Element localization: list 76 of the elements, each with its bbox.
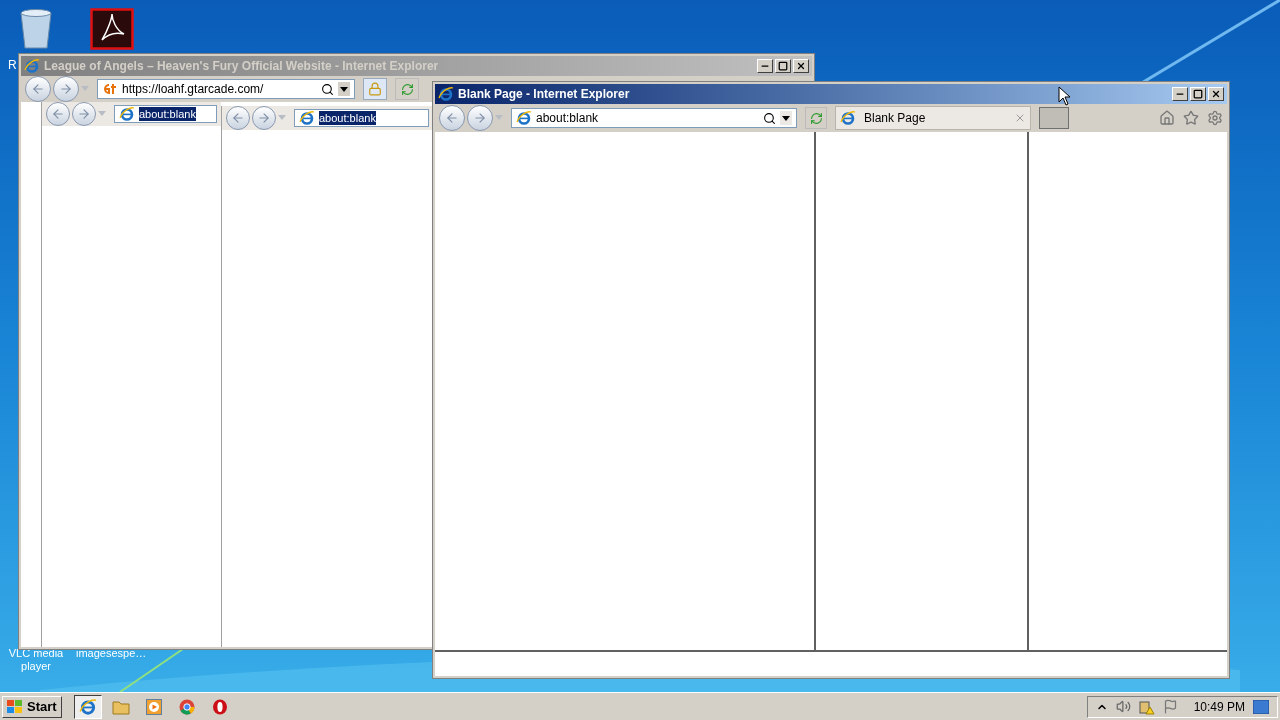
refresh-button[interactable] (395, 78, 419, 100)
close-icon (1211, 89, 1221, 99)
address-text: about:blank (139, 107, 196, 121)
settings-icon[interactable] (1207, 110, 1223, 126)
tab-title: Blank Page (864, 110, 927, 127)
new-tab-button[interactable] (1039, 107, 1069, 129)
taskbar-app-button[interactable] (73, 694, 102, 719)
browser-logo-icon (299, 110, 315, 126)
browser-logo-icon (119, 106, 135, 122)
site-logo-icon (102, 82, 118, 96)
chrome-icon (178, 698, 195, 715)
dropdown-caret-icon (98, 111, 106, 117)
refresh-icon (400, 82, 414, 96)
lock-icon (368, 82, 382, 96)
address-field[interactable]: about:blank (511, 108, 797, 128)
close-tab-icon (1014, 112, 1026, 124)
refresh-icon (809, 111, 823, 125)
lock-button[interactable] (363, 78, 387, 100)
clock-text: 10:49 PM (1193, 698, 1245, 716)
back-arrow-icon (231, 111, 245, 125)
maximize-button[interactable] (775, 59, 791, 73)
browser-logo-icon (78, 697, 97, 716)
speaker-icon[interactable] (1115, 699, 1131, 714)
dropdown-caret-icon (780, 111, 792, 125)
dropdown-caret-icon (278, 115, 286, 121)
show-desktop-icon[interactable] (1253, 699, 1269, 714)
dropdown-caret-icon (338, 82, 350, 96)
back-button[interactable] (46, 102, 70, 126)
forward-arrow-icon (59, 82, 73, 96)
desktop-icon-label: R (8, 58, 17, 72)
windows-logo-icon (7, 699, 23, 714)
search-icon (763, 111, 776, 125)
window-title: Blank Page - Internet Explorer (458, 86, 630, 103)
network-warning-icon[interactable] (1138, 698, 1155, 715)
search-icon (321, 82, 334, 96)
forward-button[interactable] (467, 105, 493, 131)
forward-button[interactable] (252, 106, 276, 130)
favorites-star-icon[interactable] (1183, 110, 1199, 126)
maximize-button[interactable] (1190, 87, 1206, 101)
back-button[interactable] (25, 76, 51, 102)
refresh-button[interactable] (805, 107, 827, 129)
back-button[interactable] (226, 106, 250, 130)
close-button[interactable] (1208, 87, 1224, 101)
flag-icon[interactable] (1162, 699, 1178, 714)
minimize-button[interactable] (757, 59, 773, 73)
browser-logo-icon (438, 86, 454, 102)
recycle-bin-icon (18, 8, 54, 50)
close-icon (796, 61, 806, 71)
minimize-button[interactable] (1172, 87, 1188, 101)
address-text: https://loahf.gtarcade.com/ (122, 81, 265, 98)
pdf-document-icon (90, 8, 134, 50)
browser-logo-icon (840, 110, 856, 126)
address-field[interactable]: https://loahf.gtarcade.com/ (97, 79, 355, 99)
address-text: about:blank (319, 111, 376, 125)
mouse-cursor-icon (1058, 86, 1070, 106)
maximize-icon (778, 61, 788, 71)
forward-button[interactable] (72, 102, 96, 126)
desktop-icon-label: imagesespe… (76, 647, 147, 660)
browser-logo-icon (24, 58, 40, 74)
back-button[interactable] (439, 105, 465, 131)
maximize-icon (1193, 89, 1203, 99)
browser-tab[interactable]: Blank Page (835, 106, 1031, 130)
folder-icon (111, 698, 130, 715)
browser-logo-icon (516, 110, 532, 126)
address-field[interactable]: about:blank (114, 105, 217, 123)
home-icon[interactable] (1159, 110, 1175, 126)
start-button[interactable]: Start (2, 695, 62, 718)
close-button[interactable] (793, 59, 809, 73)
opera-icon (211, 698, 228, 715)
address-field[interactable]: about:blank (294, 109, 429, 127)
dropdown-caret-icon (495, 115, 503, 121)
dropdown-caret-icon (81, 86, 89, 92)
forward-arrow-icon (77, 107, 91, 121)
forward-button[interactable] (53, 76, 79, 102)
address-text: about:blank (536, 110, 600, 127)
media-player-icon (145, 698, 162, 715)
